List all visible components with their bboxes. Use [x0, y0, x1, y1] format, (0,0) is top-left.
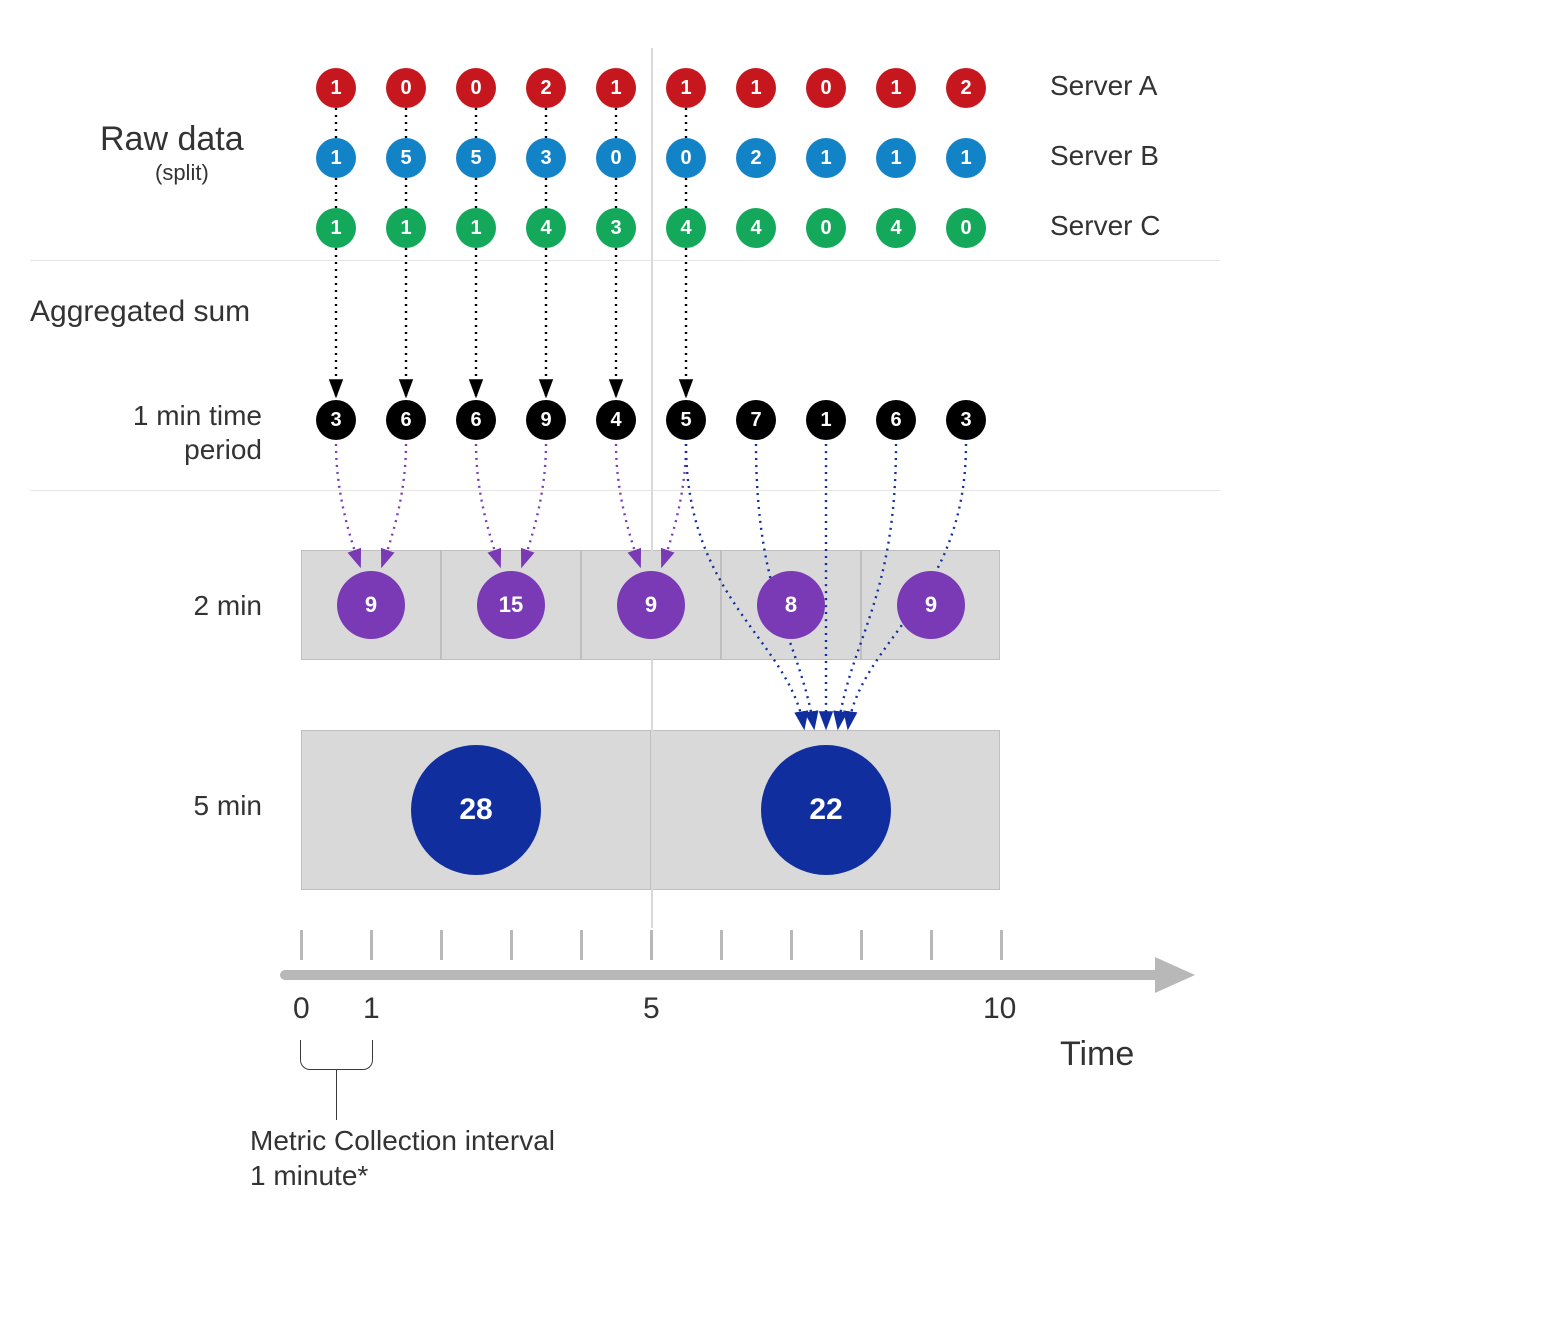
sum2-2: 15	[477, 571, 545, 639]
sum1-9: 6	[876, 400, 916, 440]
raw-c-9: 4	[876, 208, 916, 248]
sum1-3: 6	[456, 400, 496, 440]
diagram-canvas: Raw data (split) Aggregated sum 1 min ti…	[0, 0, 1557, 1319]
row-1min-label-2: period	[62, 434, 262, 466]
tick-8	[860, 930, 863, 960]
interval-label-1: Metric Collection interval	[250, 1125, 555, 1157]
sum1-1: 3	[316, 400, 356, 440]
raw-c-7: 4	[736, 208, 776, 248]
raw-a-9: 1	[876, 68, 916, 108]
raw-c-10: 0	[946, 208, 986, 248]
guide-line-t5	[651, 48, 653, 928]
raw-a-2: 0	[386, 68, 426, 108]
raw-b-5: 0	[596, 138, 636, 178]
sum2-1: 9	[337, 571, 405, 639]
tick-label-5: 5	[643, 992, 660, 1026]
interval-label-2: 1 minute*	[250, 1160, 368, 1192]
tick-5	[650, 930, 653, 960]
raw-a-5: 1	[596, 68, 636, 108]
row-2min-label: 2 min	[62, 590, 262, 622]
tick-9	[930, 930, 933, 960]
raw-c-2: 1	[386, 208, 426, 248]
sum2-5: 9	[897, 571, 965, 639]
raw-b-7: 2	[736, 138, 776, 178]
sum1-5: 4	[596, 400, 636, 440]
aggregated-sum-title: Aggregated sum	[30, 295, 250, 329]
interval-bracket-stem	[336, 1070, 337, 1120]
raw-a-6: 1	[666, 68, 706, 108]
sum1-2: 6	[386, 400, 426, 440]
sum1-10: 3	[946, 400, 986, 440]
raw-b-6: 0	[666, 138, 706, 178]
row-5min-label: 5 min	[62, 790, 262, 822]
tick-10	[1000, 930, 1003, 960]
sum2-3: 9	[617, 571, 685, 639]
raw-a-8: 0	[806, 68, 846, 108]
tick-3	[510, 930, 513, 960]
tick-label-0: 0	[293, 992, 310, 1026]
sum1-4: 9	[526, 400, 566, 440]
raw-a-10: 2	[946, 68, 986, 108]
row-1min-label-1: 1 min time	[62, 400, 262, 432]
divider	[30, 260, 1220, 261]
raw-data-title: Raw data	[100, 120, 244, 159]
raw-b-1: 1	[316, 138, 356, 178]
sum1-6: 5	[666, 400, 706, 440]
raw-c-6: 4	[666, 208, 706, 248]
tick-0	[300, 930, 303, 960]
interval-bracket-icon	[300, 1040, 373, 1070]
raw-b-4: 3	[526, 138, 566, 178]
raw-a-3: 0	[456, 68, 496, 108]
tick-6	[720, 930, 723, 960]
sum5-2: 22	[761, 745, 891, 875]
tick-label-10: 10	[983, 992, 1016, 1026]
tick-2	[440, 930, 443, 960]
sum1-8: 1	[806, 400, 846, 440]
sum5-1: 28	[411, 745, 541, 875]
raw-c-3: 1	[456, 208, 496, 248]
server-b-label: Server B	[1050, 140, 1159, 172]
sum2-4: 8	[757, 571, 825, 639]
axis-label-time: Time	[1060, 1035, 1134, 1074]
tick-7	[790, 930, 793, 960]
tick-4	[580, 930, 583, 960]
raw-b-2: 5	[386, 138, 426, 178]
server-a-label: Server A	[1050, 70, 1157, 102]
tick-label-1: 1	[363, 992, 380, 1026]
raw-data-subtitle: (split)	[155, 160, 209, 186]
raw-c-4: 4	[526, 208, 566, 248]
raw-c-8: 0	[806, 208, 846, 248]
server-c-label: Server C	[1050, 210, 1160, 242]
raw-a-1: 1	[316, 68, 356, 108]
divider	[30, 490, 1220, 491]
raw-b-8: 1	[806, 138, 846, 178]
raw-b-9: 1	[876, 138, 916, 178]
sum1-7: 7	[736, 400, 776, 440]
raw-b-3: 5	[456, 138, 496, 178]
axis-arrowhead-icon	[1155, 957, 1195, 993]
raw-a-7: 1	[736, 68, 776, 108]
time-axis	[280, 970, 1160, 980]
tick-1	[370, 930, 373, 960]
raw-a-4: 2	[526, 68, 566, 108]
raw-c-1: 1	[316, 208, 356, 248]
raw-c-5: 3	[596, 208, 636, 248]
raw-b-10: 1	[946, 138, 986, 178]
